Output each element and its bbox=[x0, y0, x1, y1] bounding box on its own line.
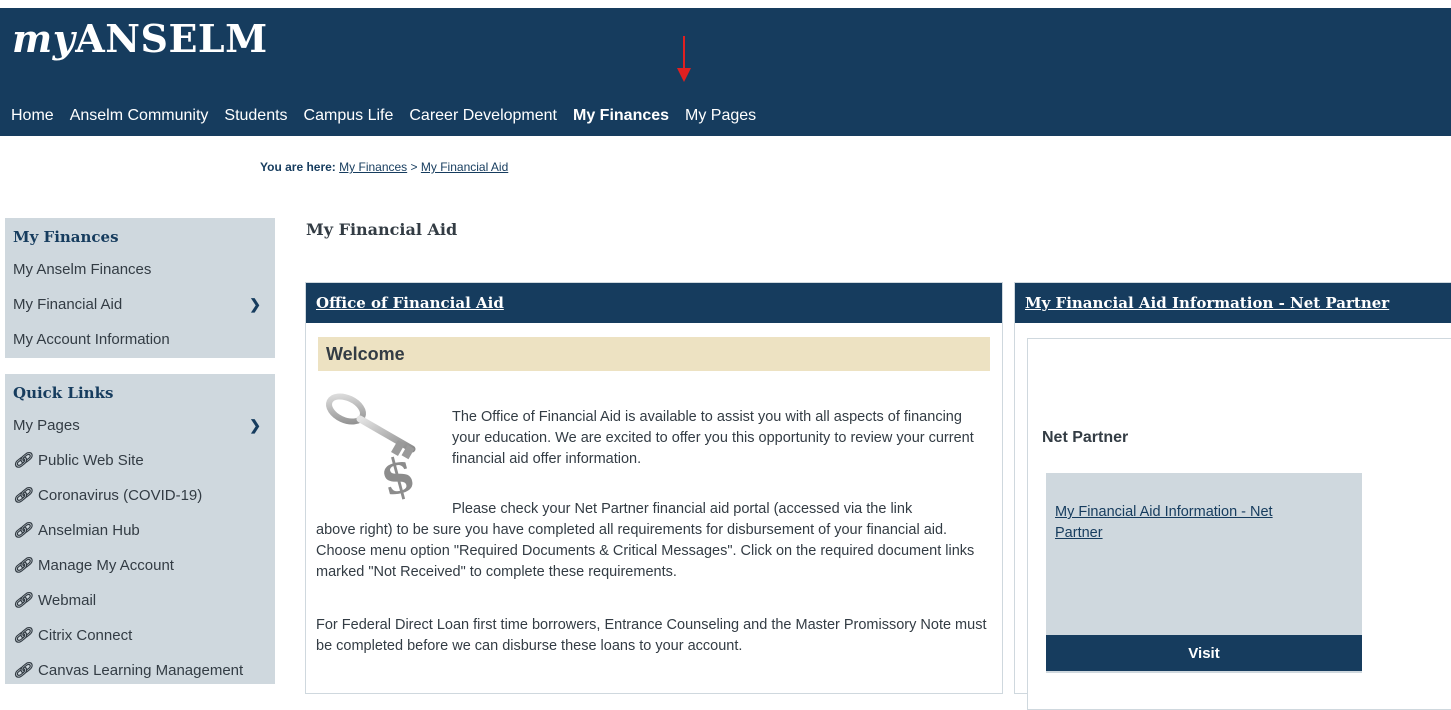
net-partner-panel: My Financial Aid Information - Net Partn… bbox=[1014, 282, 1451, 710]
quick-link-my-pages[interactable]: My Pages ❯ bbox=[5, 408, 275, 443]
site-header: myANSELM Home Anselm Community Students … bbox=[0, 8, 1451, 136]
main-nav: Home Anselm Community Students Campus Li… bbox=[0, 104, 761, 128]
quick-link-label: Anselmian Hub bbox=[38, 522, 140, 539]
sidebar-finances-title: My Finances bbox=[13, 228, 119, 246]
requirements-paragraph-start: Please check your Net Partner financial … bbox=[452, 501, 913, 517]
nav-campus-life[interactable]: Campus Life bbox=[304, 107, 394, 125]
loan-paragraph: For Federal Direct Loan first time borro… bbox=[316, 617, 987, 654]
quick-link-label: Webmail bbox=[38, 592, 97, 609]
link-icon: 🔗︎ bbox=[13, 487, 33, 504]
logo-my: my bbox=[12, 16, 76, 61]
sidebar-finances: My Finances My Anselm Finances My Financ… bbox=[5, 218, 275, 358]
welcome-heading: Welcome bbox=[318, 337, 990, 371]
link-icon: 🔗︎ bbox=[13, 452, 33, 469]
office-financial-aid-link[interactable]: Office of Financial Aid bbox=[316, 294, 504, 312]
sidebar-quick-links: Quick Links My Pages ❯ 🔗︎ Public Web Site… bbox=[5, 374, 275, 684]
sidebar-item-label: My Financial Aid bbox=[13, 296, 123, 313]
visit-button[interactable]: Visit bbox=[1046, 635, 1362, 671]
quick-link-label: Manage My Account bbox=[38, 557, 174, 574]
link-icon: 🔗︎ bbox=[13, 557, 33, 574]
quick-link-label: Coronavirus (COVID-19) bbox=[38, 487, 203, 504]
quick-link-label: Public Web Site bbox=[38, 452, 144, 469]
logo-anselm: ANSELM bbox=[75, 16, 268, 61]
quick-link-label: My Pages bbox=[13, 417, 80, 434]
breadcrumb: You are here: My Finances > My Financial… bbox=[260, 160, 508, 174]
nav-anselm-community[interactable]: Anselm Community bbox=[70, 107, 209, 125]
breadcrumb-my-finances[interactable]: My Finances bbox=[339, 160, 407, 174]
panel-header: My Financial Aid Information - Net Partn… bbox=[1015, 283, 1451, 323]
link-icon: 🔗︎ bbox=[13, 592, 33, 609]
quick-link-manage-my-account[interactable]: 🔗︎ Manage My Account bbox=[5, 548, 275, 583]
panel-header: Office of Financial Aid bbox=[306, 283, 1002, 323]
chevron-down-icon[interactable]: ❯ bbox=[249, 287, 261, 322]
nav-my-pages[interactable]: My Pages bbox=[685, 107, 756, 125]
office-financial-aid-panel: Office of Financial Aid Welcome $ The Of… bbox=[305, 282, 1003, 694]
quick-link-anselmian-hub[interactable]: 🔗︎ Anselmian Hub bbox=[5, 513, 275, 548]
quick-link-webmail[interactable]: 🔗︎ Webmail bbox=[5, 583, 275, 618]
sidebar-item-my-financial-aid[interactable]: My Financial Aid ❯ bbox=[5, 287, 275, 322]
quick-link-coronavirus[interactable]: 🔗︎ Coronavirus (COVID-19) bbox=[5, 478, 275, 513]
quick-link-label: Citrix Connect bbox=[38, 627, 133, 644]
nav-students[interactable]: Students bbox=[224, 107, 287, 125]
net-partner-heading: Net Partner bbox=[1042, 429, 1129, 446]
requirements-paragraph: above right) to be sure you have complet… bbox=[316, 522, 975, 580]
sidebar-item-my-account-information[interactable]: My Account Information bbox=[5, 322, 275, 357]
nav-career-development[interactable]: Career Development bbox=[409, 107, 557, 125]
page-title: My Financial Aid bbox=[306, 220, 458, 239]
sidebar-quick-links-title: Quick Links bbox=[13, 384, 114, 402]
breadcrumb-prefix: You are here: bbox=[260, 160, 336, 174]
nav-home[interactable]: Home bbox=[11, 107, 54, 125]
quick-link-label: Canvas Learning Management bbox=[38, 662, 244, 679]
link-icon: 🔗︎ bbox=[13, 662, 33, 679]
key-icon: $ bbox=[326, 393, 422, 501]
quick-link-citrix-connect[interactable]: 🔗︎ Citrix Connect bbox=[5, 618, 275, 653]
quick-link-public-web-site[interactable]: 🔗︎ Public Web Site bbox=[5, 443, 275, 478]
net-partner-content: Net Partner My Financial Aid Information… bbox=[1027, 338, 1451, 710]
breadcrumb-separator: > bbox=[410, 160, 418, 174]
net-partner-title-link[interactable]: My Financial Aid Information - Net Partn… bbox=[1025, 294, 1389, 312]
intro-paragraph: The Office of Financial Aid is available… bbox=[452, 409, 974, 467]
sidebar-item-my-anselm-finances[interactable]: My Anselm Finances bbox=[5, 252, 275, 287]
sidebar-item-label: My Account Information bbox=[13, 331, 170, 348]
breadcrumb-my-financial-aid[interactable]: My Financial Aid bbox=[421, 160, 508, 174]
svg-text:$: $ bbox=[375, 445, 422, 501]
red-arrow-annotation bbox=[677, 36, 691, 82]
quick-link-canvas[interactable]: 🔗︎ Canvas Learning Management bbox=[5, 653, 275, 688]
chevron-down-icon[interactable]: ❯ bbox=[249, 408, 261, 443]
link-icon: 🔗︎ bbox=[13, 627, 33, 644]
sidebar-item-label: My Anselm Finances bbox=[13, 261, 152, 278]
net-partner-link[interactable]: My Financial Aid Information - Net Partn… bbox=[1055, 502, 1315, 544]
nav-my-finances[interactable]: My Finances bbox=[573, 107, 669, 125]
link-icon: 🔗︎ bbox=[13, 522, 33, 539]
site-logo[interactable]: myANSELM bbox=[12, 16, 268, 61]
